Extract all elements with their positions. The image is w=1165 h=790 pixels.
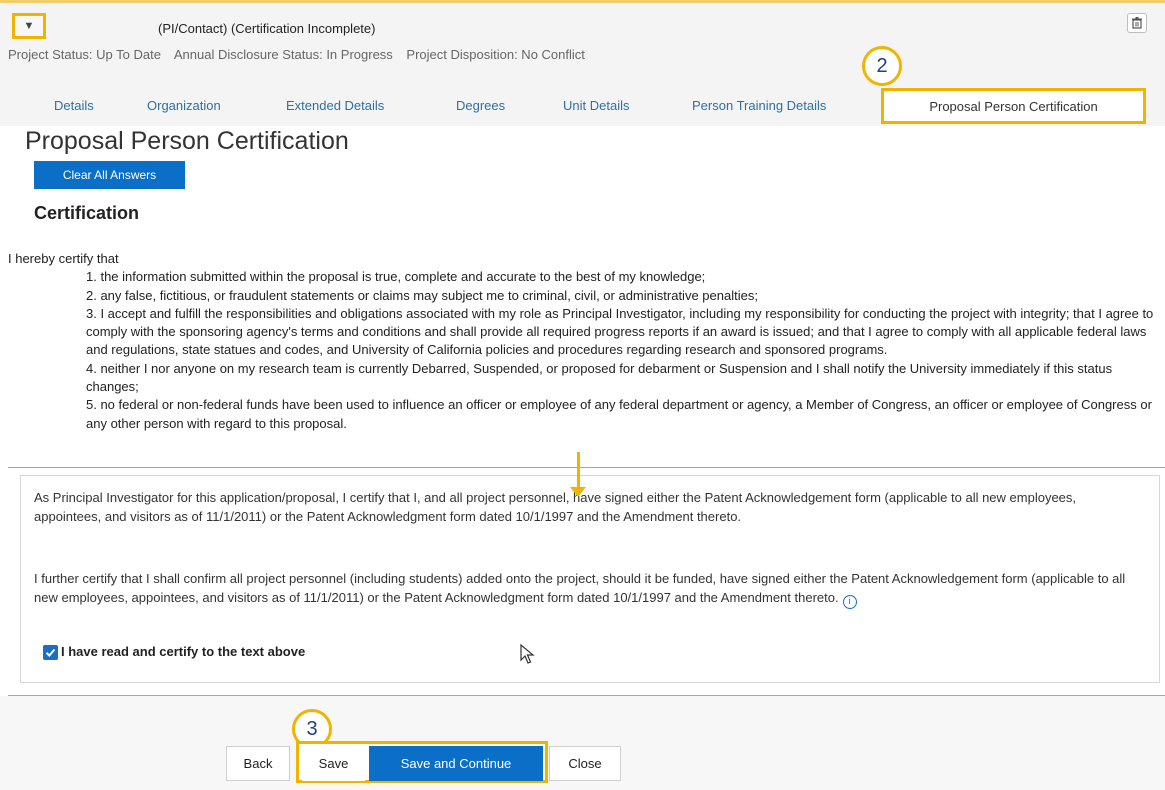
tab-proposal-person-certification[interactable]: Proposal Person Certification [881,88,1146,124]
patent-paragraph-2-text: I further certify that I shall confirm a… [34,571,1126,605]
save-and-continue-button[interactable]: Save and Continue [369,746,543,781]
collapse-toggle-button[interactable]: ▼ [12,13,46,39]
certification-list: 1. the information submitted within the … [8,268,1158,433]
checkmark-icon [45,648,56,657]
annotation-arrow-head-icon [570,487,586,497]
tab-proposal-person-certification-label: Proposal Person Certification [929,98,1098,114]
tab-details[interactable]: Details [54,98,94,113]
patent-paragraph-1: As Principal Investigator for this appli… [34,490,1077,524]
tab-extended-details[interactable]: Extended Details [286,98,384,113]
clear-all-answers-button[interactable]: Clear All Answers [34,161,185,189]
back-button[interactable]: Back [226,746,290,781]
certification-item: 4. neither I nor anyone on my research t… [86,360,1113,395]
annotation-arrow-shaft [577,452,580,490]
section-title: Proposal Person Certification [25,127,349,155]
project-disposition: Project Disposition: No Conflict [406,47,585,62]
certification-item: 5. no federal or non-federal funds have … [86,397,1152,431]
disclosure-status: Annual Disclosure Status: In Progress [173,47,393,62]
delete-button[interactable] [1127,13,1147,33]
tab-person-training-details[interactable]: Person Training Details [692,98,826,113]
certify-checkbox-label[interactable]: I have read and certify to the text abov… [61,644,305,659]
caret-down-icon: ▼ [23,20,35,32]
certify-checkbox[interactable] [43,645,58,660]
tab-organization[interactable]: Organization [147,98,221,113]
status-line: Project Status: Up To Date Annual Disclo… [8,47,595,62]
save-button[interactable]: Save [302,746,365,781]
certification-item: 2. any false, fictitious, or fraudulent … [86,287,758,303]
mouse-cursor-icon [520,643,535,664]
certification-item: 3. I accept and fulfill the responsibili… [86,305,1154,358]
tab-degrees[interactable]: Degrees [456,98,505,113]
certification-intro: I hereby certify that [8,251,119,266]
top-rule [0,0,1165,3]
close-button[interactable]: Close [549,746,621,781]
patent-paragraph-2: I further certify that I shall confirm a… [34,569,1144,609]
form-area [0,126,1165,790]
tab-unit-details[interactable]: Unit Details [563,98,629,113]
trash-icon [1132,17,1142,29]
section-divider [8,467,1165,468]
certification-heading: Certification [34,203,140,223]
project-status: Project Status: Up To Date [8,47,161,62]
person-title: (PI/Contact) (Certification Incomplete) [158,21,376,36]
info-icon[interactable]: i [842,594,857,609]
certification-text: I hereby certify that 1. the information… [8,250,1158,433]
step-callout-2: 2 [862,46,902,86]
certification-item: 1. the information submitted within the … [86,269,706,285]
